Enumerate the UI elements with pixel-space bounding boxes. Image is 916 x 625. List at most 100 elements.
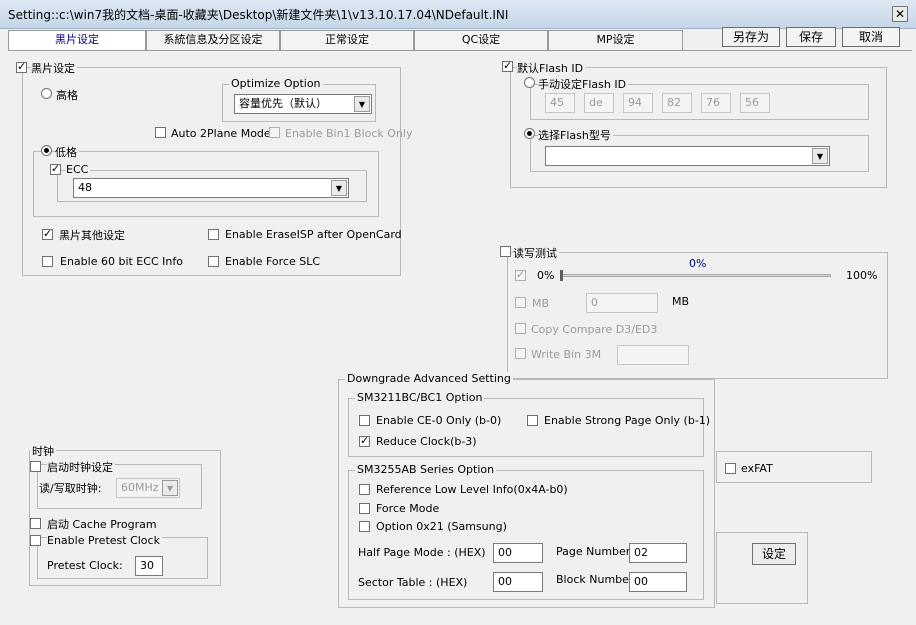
save-button[interactable]: 保存 — [786, 27, 836, 47]
chevron-down-icon: ▼ — [162, 480, 178, 496]
tab-black-settings[interactable]: 黑片设定 — [8, 30, 146, 50]
ecc60-checkbox[interactable] — [42, 256, 53, 267]
mb-label: MB — [532, 297, 550, 310]
cache-program-checkbox[interactable] — [30, 518, 41, 529]
page-number-label: Page Number: — [556, 545, 634, 558]
mb-checkbox[interactable] — [515, 297, 526, 308]
optimize-select-value: 容量优先（默认） — [239, 97, 327, 110]
low-format-radio[interactable] — [41, 145, 52, 156]
clock-rw-label: 读/写取时钟: — [39, 482, 102, 495]
copy-compare-label: Copy Compare D3/ED3 — [531, 323, 658, 336]
pretest-clock-field-label: Pretest Clock: — [47, 559, 123, 572]
clock-enable-checkbox[interactable] — [30, 461, 41, 472]
tab-strip: 黑片设定 系統信息及分区设定 正常设定 QC设定 MP设定 — [8, 30, 683, 50]
exfat-checkbox[interactable] — [725, 463, 736, 474]
copy-compare-checkbox[interactable] — [515, 323, 526, 334]
optimize-select[interactable]: 容量优先（默认） ▼ — [234, 94, 372, 114]
force-mode-label: Force Mode — [376, 502, 440, 515]
pretest-clock-label: Enable Pretest Clock — [47, 534, 162, 547]
rw-test-checkbox[interactable] — [500, 246, 511, 257]
rw-slider-track[interactable] — [561, 274, 831, 277]
chevron-down-icon: ▼ — [354, 96, 370, 112]
mb-input[interactable]: 0 — [586, 293, 658, 313]
tab-qc-settings[interactable]: QC设定 — [414, 30, 548, 50]
high-format-radio[interactable] — [41, 88, 52, 99]
flash-id-byte-6[interactable]: 56 — [740, 93, 770, 113]
tab-normal-settings[interactable]: 正常设定 — [280, 30, 414, 50]
tab-system-info[interactable]: 系統信息及分区设定 — [146, 30, 280, 50]
sector-table-input[interactable]: 00 — [493, 572, 543, 592]
flash-id-byte-1[interactable]: 45 — [545, 93, 575, 113]
black-settings-title: 黑片设定 — [31, 60, 77, 76]
clock-enable-label: 启动时钟设定 — [47, 459, 115, 475]
optimize-option-title: Optimize Option — [229, 77, 323, 90]
reference-low-level-label: Reference Low Level Info(0x4A-b0) — [376, 483, 568, 496]
manual-flash-label: 手动设定Flash ID — [538, 76, 629, 92]
sm3255-title: SM3255AB Series Option — [355, 463, 497, 476]
bin1-label: Enable Bin1 Block Only — [285, 127, 413, 140]
mb-unit: MB — [672, 295, 690, 308]
auto-2plane-checkbox[interactable] — [155, 127, 166, 138]
ecc-select-value: 48 — [78, 181, 92, 194]
manual-flash-radio[interactable] — [524, 77, 535, 88]
block-number-input[interactable]: 00 — [629, 572, 687, 592]
flash-model-select[interactable]: ▼ — [545, 146, 830, 166]
black-settings-checkbox[interactable] — [16, 60, 27, 73]
bin1-checkbox[interactable] — [269, 127, 280, 138]
rw-slider-thumb[interactable] — [560, 270, 563, 281]
close-icon[interactable]: ✕ — [892, 6, 908, 22]
ce0-checkbox[interactable] — [359, 415, 370, 426]
force-slc-checkbox[interactable] — [208, 256, 219, 267]
pretest-clock-checkbox[interactable] — [30, 535, 41, 546]
ecc-label: ECC — [66, 163, 91, 176]
ecc60-label: Enable 60 bit ECC Info — [60, 255, 183, 268]
ecc-select[interactable]: 48 ▼ — [73, 178, 349, 198]
half-page-input[interactable]: 00 — [493, 543, 543, 563]
reference-low-level-checkbox[interactable] — [359, 484, 370, 495]
reduce-clock-label: Reduce Clock(b-3) — [376, 435, 477, 448]
clock-rw-select[interactable]: 60MHz ▼ — [116, 478, 180, 498]
select-flash-radio[interactable] — [524, 128, 535, 139]
save-as-button[interactable]: 另存为 — [722, 27, 780, 47]
high-format-label: 高格 — [56, 89, 78, 102]
pretest-clock-input[interactable]: 30 — [135, 556, 163, 576]
sector-table-label: Sector Table : (HEX) — [358, 576, 468, 589]
exfat-group — [716, 451, 872, 483]
page-number-input[interactable]: 02 — [629, 543, 687, 563]
chevron-down-icon: ▼ — [812, 148, 828, 164]
block-number-label: Block Number: — [556, 573, 637, 586]
force-mode-checkbox[interactable] — [359, 503, 370, 514]
erase-isp-checkbox[interactable] — [208, 229, 219, 240]
tab-mp-settings[interactable]: MP设定 — [548, 30, 683, 50]
clock-rw-select-value: 60MHz — [121, 481, 159, 494]
ecc-checkbox[interactable] — [50, 162, 61, 175]
cancel-button[interactable]: 取消 — [842, 27, 900, 47]
clock-title: 时钟 — [30, 443, 56, 459]
sm3211-group: SM3211BC/BC1 Option — [348, 391, 704, 457]
rw-max-label: 100% — [846, 269, 878, 282]
write-bin-label: Write Bin 3M — [531, 348, 602, 361]
rw-min-label: 0% — [537, 269, 555, 282]
write-bin-checkbox[interactable] — [515, 348, 526, 359]
force-slc-label: Enable Force SLC — [225, 255, 321, 268]
flash-id-byte-2[interactable]: de — [584, 93, 614, 113]
option21-checkbox[interactable] — [359, 521, 370, 532]
erase-isp-label: Enable EraseISP after OpenCard — [225, 228, 402, 241]
reduce-clock-checkbox[interactable] — [359, 434, 370, 447]
strong-page-checkbox[interactable] — [527, 415, 538, 426]
set-button[interactable]: 设定 — [752, 543, 796, 565]
rw-progress-checkbox[interactable] — [515, 268, 526, 281]
flash-id-byte-4[interactable]: 82 — [662, 93, 692, 113]
flash-id-byte-5[interactable]: 76 — [701, 93, 731, 113]
write-bin-input[interactable] — [617, 345, 689, 365]
half-page-label: Half Page Mode : (HEX) — [358, 546, 486, 559]
flash-id-checkbox[interactable] — [502, 59, 513, 72]
option21-label: Option 0x21 (Samsung) — [376, 520, 507, 533]
cache-program-label: 启动 Cache Program — [47, 518, 157, 531]
window-title: Setting::c:\win7我的文档-桌面-收藏夹\Desktop\新建文件… — [8, 8, 509, 22]
flash-id-title: 默认Flash ID — [517, 60, 586, 76]
select-flash-label: 选择Flash型号 — [538, 127, 613, 143]
black-other-checkbox[interactable] — [42, 227, 53, 240]
flash-id-byte-3[interactable]: 94 — [623, 93, 653, 113]
black-other-label: 黑片其他设定 — [59, 229, 125, 242]
